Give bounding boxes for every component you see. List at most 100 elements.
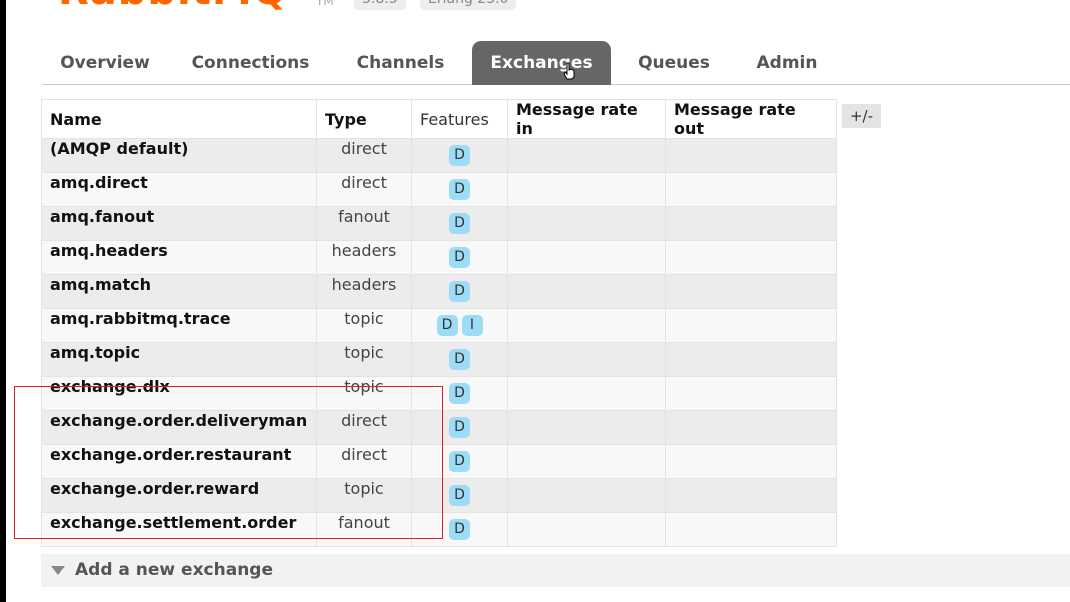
exchange-features: D [411, 342, 508, 377]
tab-queues[interactable]: Queues [620, 41, 728, 85]
message-rate-in-cell [507, 444, 666, 479]
exchange-name-link[interactable]: amq.direct [41, 172, 317, 207]
exchange-name-link[interactable]: exchange.order.reward [41, 478, 317, 513]
message-rate-out-cell [665, 138, 837, 173]
add-exchange-label: Add a new exchange [75, 560, 274, 580]
message-rate-out-cell [665, 172, 837, 207]
hand-pointer-icon [563, 62, 575, 80]
exchange-type: headers [316, 240, 412, 275]
message-rate-in-cell [507, 240, 666, 275]
tab-connections[interactable]: Connections [179, 41, 322, 85]
message-rate-out-cell [665, 240, 837, 275]
feature-badge[interactable]: D [449, 213, 470, 234]
feature-badge[interactable]: D [449, 417, 470, 438]
feature-badge[interactable]: D [436, 315, 458, 336]
message-rate-in-cell [507, 478, 666, 513]
feature-badge[interactable]: D [449, 281, 470, 302]
col-header-features: Features [411, 99, 508, 139]
exchange-type: topic [316, 478, 412, 513]
exchange-features: D [411, 478, 508, 513]
feature-badge[interactable]: D [449, 383, 470, 404]
exchange-type: direct [316, 172, 412, 207]
exchanges-table-body: (AMQP default) direct Damq.direct direct Dam… [41, 138, 837, 547]
message-rate-in-cell [507, 206, 666, 241]
col-header-type[interactable]: Type [316, 99, 412, 139]
rabbitmq-logo: RabbitMQ [58, 0, 288, 14]
message-rate-out-cell [665, 444, 837, 479]
feature-badge[interactable]: D [449, 519, 470, 540]
feature-badge[interactable]: I [461, 315, 483, 336]
message-rate-in-cell [507, 308, 666, 343]
feature-badge[interactable]: D [449, 145, 470, 166]
exchange-features: D [411, 376, 508, 411]
erlang-version-badge: Erlang 23.0 [420, 0, 517, 10]
exchange-type: direct [316, 444, 412, 479]
exchange-features: D [411, 206, 508, 241]
exchange-name-link[interactable]: exchange.dlx [41, 376, 317, 411]
exchange-type: direct [316, 410, 412, 445]
message-rate-out-cell [665, 410, 837, 445]
exchanges-table: Name Type Features Message rate in Messa… [41, 99, 837, 547]
message-rate-out-cell [665, 308, 837, 343]
exchange-name-link[interactable]: exchange.settlement.order [41, 512, 317, 547]
col-header-message-rate-out: Message rate out [665, 99, 837, 139]
header: RabbitMQ TM 3.8.5 Erlang 23.0 [0, 0, 1070, 14]
exchange-name-link[interactable]: amq.headers [41, 240, 317, 275]
exchange-features: D [411, 172, 508, 207]
table-row: (AMQP default) direct D [41, 138, 837, 173]
table-row: amq.topic topic D [41, 342, 837, 377]
message-rate-out-cell [665, 274, 837, 309]
trademark: TM [316, 0, 334, 8]
main-nav-tabs: Overview Connections Channels Exchanges … [42, 41, 1070, 85]
exchange-features: D [411, 410, 508, 445]
message-rate-in-cell [507, 274, 666, 309]
exchange-name-link[interactable]: exchange.order.restaurant [41, 444, 317, 479]
exchange-name-link[interactable]: (AMQP default) [41, 138, 317, 173]
left-edge [0, 0, 6, 602]
exchange-type: headers [316, 274, 412, 309]
table-row: amq.direct direct D [41, 172, 837, 207]
table-row: exchange.dlx topic D [41, 376, 837, 411]
message-rate-out-cell [665, 342, 837, 377]
exchange-features: D [411, 512, 508, 547]
feature-badge[interactable]: D [449, 485, 470, 506]
message-rate-out-cell [665, 512, 837, 547]
version-badge: 3.8.5 [354, 0, 406, 10]
feature-badge[interactable]: D [449, 247, 470, 268]
table-row: exchange.order.reward topic D [41, 478, 837, 513]
exchange-name-link[interactable]: amq.topic [41, 342, 317, 377]
exchange-features: D [411, 240, 508, 275]
message-rate-in-cell [507, 138, 666, 173]
col-header-name[interactable]: Name [41, 99, 317, 139]
exchange-name-link[interactable]: exchange.order.deliveryman [41, 410, 317, 445]
table-row: exchange.order.deliveryman direct D [41, 410, 837, 445]
add-exchange-section-toggle[interactable]: Add a new exchange [41, 554, 1070, 587]
feature-badge[interactable]: D [449, 179, 470, 200]
exchange-features: DI [411, 308, 508, 343]
table-row: amq.rabbitmq.trace topic D I [41, 308, 837, 343]
table-row: exchange.order.restaurant direct D [41, 444, 837, 479]
message-rate-in-cell [507, 376, 666, 411]
tab-exchanges[interactable]: Exchanges [472, 41, 611, 85]
tab-admin[interactable]: Admin [737, 41, 837, 85]
message-rate-in-cell [507, 342, 666, 377]
col-header-message-rate-in: Message rate in [507, 99, 666, 139]
table-row: exchange.settlement.order fanout D [41, 512, 837, 547]
tab-channels[interactable]: Channels [337, 41, 464, 85]
table-row: amq.match headers D [41, 274, 837, 309]
exchange-name-link[interactable]: amq.fanout [41, 206, 317, 241]
table-row: amq.fanout fanout D [41, 206, 837, 241]
feature-badge[interactable]: D [449, 451, 470, 472]
exchange-type: fanout [316, 512, 412, 547]
exchange-features: D [411, 138, 508, 173]
exchange-type: topic [316, 376, 412, 411]
exchange-name-link[interactable]: amq.rabbitmq.trace [41, 308, 317, 343]
exchange-name-link[interactable]: amq.match [41, 274, 317, 309]
table-header-row: Name Type Features Message rate in Messa… [41, 99, 837, 139]
table-row: amq.headers headers D [41, 240, 837, 275]
message-rate-in-cell [507, 172, 666, 207]
column-toggle-button[interactable]: +/- [842, 104, 881, 128]
tab-overview[interactable]: Overview [42, 41, 168, 85]
exchange-type: topic [316, 342, 412, 377]
feature-badge[interactable]: D [449, 349, 470, 370]
